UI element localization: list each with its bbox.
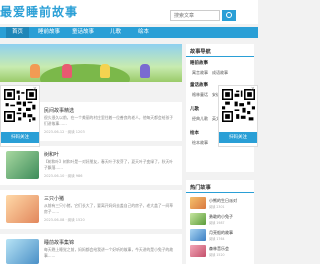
hot-story-thumbnail[interactable] bbox=[190, 197, 206, 209]
banner-figure bbox=[30, 64, 40, 78]
article-thumbnail[interactable] bbox=[6, 195, 39, 223]
article-thumbnail[interactable] bbox=[6, 151, 39, 179]
hot-story-meta: 阅读 1520 bbox=[209, 253, 225, 257]
article-meta: 2023-06-10 · 阅读 986 bbox=[44, 174, 83, 178]
panel-title: 热门故事 bbox=[190, 185, 211, 191]
hot-story-meta: 阅读 1987 bbox=[209, 221, 225, 225]
nav-group-title[interactable]: 睡前故事 bbox=[190, 60, 208, 66]
nav-item-bedtime[interactable]: 睡前故事 bbox=[38, 27, 60, 38]
panel-divider bbox=[186, 56, 254, 57]
hot-story-item[interactable]: 月亮船的故事 阅读 1764 bbox=[190, 229, 254, 242]
hot-story-meta: 阅读 2301 bbox=[209, 205, 225, 209]
qr-follow-button[interactable]: 扫码关注 bbox=[219, 132, 257, 143]
qr-popup-right: × 扫码关注 bbox=[218, 85, 258, 147]
close-icon[interactable]: × bbox=[33, 87, 37, 92]
hot-story-item[interactable]: 勇敢的小兔子 阅读 1987 bbox=[190, 213, 254, 226]
article-excerpt: 【树和叶】树和叶是一对好朋友，春天叶子发芽了，夏天叶子变绿了，秋天叶子飘落…… bbox=[44, 159, 174, 170]
article-meta: 2023-06-08 · 阅读 1520 bbox=[44, 218, 85, 222]
nav-item-fairy[interactable]: 童话故事 bbox=[72, 27, 94, 38]
article-meta: 2023-06-12 · 阅读 1203 bbox=[44, 130, 85, 134]
banner-figure bbox=[100, 64, 110, 78]
article-excerpt: 从前有三只小猪，它们长大了，要离开妈妈去盖自己的房子，老大盖了一间草房子…… bbox=[44, 203, 174, 214]
nav-link[interactable]: 格林童话 bbox=[192, 92, 208, 98]
article-card[interactable]: 睡前故事集锦 每天晚上睡觉之前，妈妈都会给我讲一个好听的故事，今天讲的是小兔子的… bbox=[0, 234, 182, 264]
search-button[interactable] bbox=[222, 10, 236, 21]
hot-story-thumbnail[interactable] bbox=[190, 213, 206, 225]
article-card[interactable]: 树和叶 【树和叶】树和叶是一对好朋友，春天叶子发芽了，夏天叶子变绿了，秋天叶子飘… bbox=[0, 146, 182, 185]
panel-title: 故事导航 bbox=[190, 49, 211, 55]
nav-item-home[interactable]: 首页 bbox=[6, 27, 30, 38]
hot-story-thumbnail[interactable] bbox=[190, 229, 206, 241]
main-nav: 首页 睡前故事 童话故事 儿歌 绘本 bbox=[0, 27, 258, 38]
site-logo[interactable]: 最爱睡前故事 bbox=[0, 3, 78, 20]
article-excerpt: 很久很久以前，在一个美丽的村庄里住着一位善良的老人，他每天都会给孩子们讲故事…… bbox=[44, 115, 174, 126]
hot-story-item[interactable]: 小熊的生日派对 阅读 2301 bbox=[190, 197, 254, 210]
nav-link[interactable]: 寓言故事 bbox=[192, 70, 208, 76]
article-title[interactable]: 树和叶 bbox=[44, 151, 59, 158]
nav-link[interactable]: 经典儿歌 bbox=[192, 116, 208, 122]
banner-figure bbox=[62, 64, 72, 78]
hot-story-meta: 阅读 1764 bbox=[209, 237, 225, 241]
hot-story-item[interactable]: 森林音乐会 阅读 1520 bbox=[190, 245, 254, 258]
article-title[interactable]: 三只小猪 bbox=[44, 195, 64, 202]
qr-code bbox=[222, 89, 255, 122]
nav-group-title[interactable]: 儿歌 bbox=[190, 106, 199, 112]
article-title[interactable]: 睡前故事集锦 bbox=[44, 239, 74, 246]
page: 最爱睡前故事 首页 睡前故事 童话故事 儿歌 绘本 民间故事精选 很久很久以前，… bbox=[0, 0, 258, 264]
nav-item-picturebook[interactable]: 绘本 bbox=[138, 27, 149, 38]
article-title[interactable]: 民间故事精选 bbox=[44, 107, 74, 114]
close-icon[interactable]: × bbox=[251, 87, 255, 92]
nav-group-title[interactable]: 绘本 bbox=[190, 130, 199, 136]
nav-group-title[interactable]: 童话故事 bbox=[190, 82, 208, 88]
qr-popup-left: × 扫码关注 bbox=[0, 85, 40, 147]
qr-code bbox=[4, 89, 37, 122]
nav-item-songs[interactable]: 儿歌 bbox=[110, 27, 121, 38]
nav-link[interactable]: 成语故事 bbox=[212, 70, 228, 76]
site-header: 最爱睡前故事 bbox=[0, 0, 258, 24]
article-excerpt: 每天晚上睡觉之前，妈妈都会给我讲一个好听的故事，今天讲的是小兔子的故事…… bbox=[44, 247, 174, 258]
hot-story-thumbnail[interactable] bbox=[190, 245, 206, 257]
banner-hill bbox=[40, 64, 130, 82]
hero-banner[interactable] bbox=[0, 44, 182, 82]
qr-follow-button[interactable]: 扫码关注 bbox=[1, 132, 39, 143]
search-input[interactable] bbox=[170, 10, 220, 21]
nav-link[interactable]: 绘本故事 bbox=[192, 140, 208, 146]
article-thumbnail[interactable] bbox=[6, 239, 39, 264]
panel-divider bbox=[186, 192, 254, 193]
banner-figure bbox=[140, 64, 150, 78]
article-card[interactable]: 三只小猪 从前有三只小猪，它们长大了，要离开妈妈去盖自己的房子，老大盖了一间草房… bbox=[0, 190, 182, 229]
